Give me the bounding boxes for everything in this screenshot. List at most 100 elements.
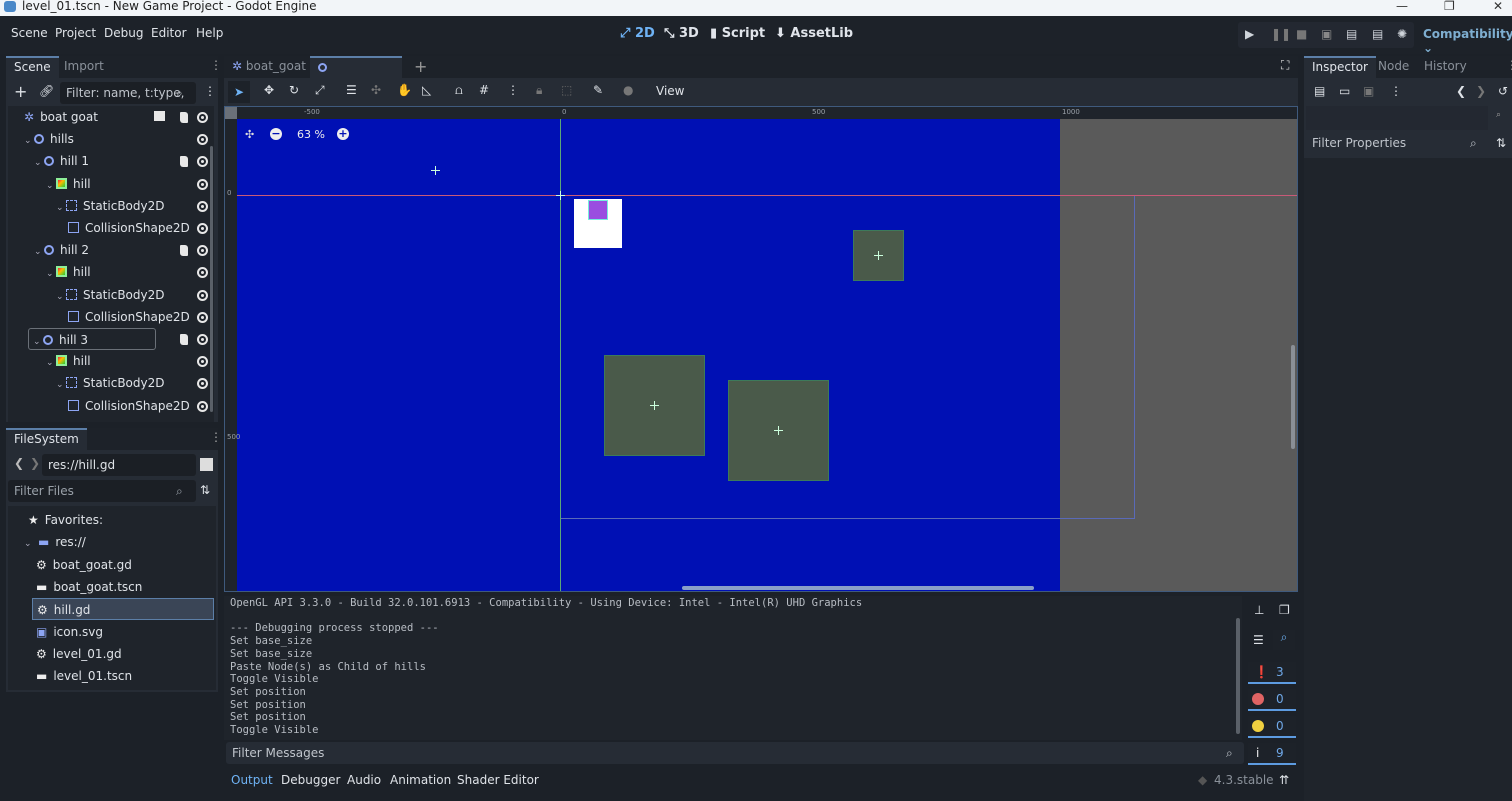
select-tool-icon[interactable]: ➤ <box>228 81 250 103</box>
script-icon[interactable] <box>180 245 188 257</box>
property-options-icon[interactable]: ⇅ <box>1496 136 1506 150</box>
group-icon[interactable]: ⬚ <box>561 83 572 97</box>
bone-icon[interactable]: ✎ <box>593 83 603 97</box>
menu-scene[interactable]: Scene <box>11 26 48 40</box>
distraction-free-icon[interactable]: ⛶ <box>1281 58 1289 73</box>
chevron-down-icon[interactable]: ⌄ <box>46 175 56 197</box>
file-item[interactable]: ▬ boat_goat.tscn <box>32 576 142 598</box>
tab-node[interactable]: Node <box>1370 56 1417 78</box>
chevron-down-icon[interactable]: ⌄ <box>24 130 34 152</box>
bottom-tab-shader-editor[interactable]: Shader Editor <box>457 773 539 787</box>
visibility-eye-icon[interactable] <box>197 400 208 412</box>
doc-icon[interactable]: ⌕ <box>1496 110 1501 120</box>
grid-snap-icon[interactable]: # <box>479 83 489 97</box>
version-label[interactable]: 4.3.stable <box>1214 773 1274 787</box>
stop-icon[interactable]: ■ <box>1296 27 1307 41</box>
minimize-button[interactable]: — <box>1396 0 1408 12</box>
close-window-button[interactable]: ✕ <box>1493 0 1503 12</box>
sort-icon[interactable]: ⇅ <box>200 483 210 497</box>
scene-tree-item[interactable]: ⌄ hills <box>24 128 74 150</box>
chevron-down-icon[interactable]: ⌄ <box>24 533 34 555</box>
file-item[interactable]: ⚙ boat_goat.gd <box>32 554 132 576</box>
visibility-eye-icon[interactable] <box>197 178 208 190</box>
back-icon[interactable]: ❮ <box>14 456 24 470</box>
tab-filesystem[interactable]: FileSystem <box>6 428 87 450</box>
file-item[interactable]: ⚙ hill.gd <box>32 598 214 621</box>
vertical-scrollbar[interactable] <box>1291 345 1295 449</box>
warnings-toggle[interactable]: 0 <box>1248 716 1296 738</box>
file-item[interactable]: ▣ icon.svg <box>32 621 103 643</box>
visibility-eye-icon[interactable] <box>197 223 208 234</box>
open-resource-icon[interactable]: ▭ <box>1339 84 1350 98</box>
dock-menu-icon[interactable]: ⋮ <box>210 58 222 72</box>
camera-override-icon[interactable]: ● <box>623 83 633 97</box>
main-screen-3d[interactable]: ⤡ 3D <box>664 26 699 41</box>
snap-options-icon[interactable]: ⋮ <box>507 83 519 97</box>
menu-editor[interactable]: Editor <box>151 26 187 40</box>
link-icon[interactable]: 🔗︎ <box>39 84 54 98</box>
file-item[interactable]: ⚙ level_01.gd <box>32 643 122 665</box>
scene-filter-input[interactable]: Filter: name, t:type, ⌕ <box>60 82 196 104</box>
play-icon[interactable]: ▶ <box>1245 27 1254 41</box>
dock-menu-icon[interactable]: ⋮ <box>210 430 222 444</box>
menu-project[interactable]: Project <box>55 26 96 40</box>
history-forward-icon[interactable]: ❯ <box>1476 84 1486 98</box>
scene-tree-item[interactable]: ⌄ hill <box>46 173 91 195</box>
view-menu[interactable]: View <box>656 84 684 98</box>
remote-debug-icon[interactable]: ▣ <box>1321 27 1332 41</box>
filter-properties-input[interactable]: Filter Properties ⌕ <box>1306 132 1488 154</box>
tab-inspector[interactable]: Inspector <box>1304 56 1376 78</box>
file-item[interactable]: ⌄ ▬ res:// <box>24 531 86 553</box>
pivot-tool-icon[interactable]: ✣ <box>371 83 381 97</box>
visibility-eye-icon[interactable] <box>197 289 208 301</box>
chevron-down-icon[interactable]: ⌄ <box>46 352 56 374</box>
add-node-icon[interactable]: + <box>14 82 27 101</box>
scene-tree-item[interactable]: CollisionShape2D <box>68 395 190 417</box>
bottom-tab-output[interactable]: Output <box>231 773 273 787</box>
move-tool-icon[interactable]: ✥ <box>264 83 274 97</box>
scene-tree-item[interactable]: ⌄ hill 3 <box>28 328 156 350</box>
visibility-eye-icon[interactable] <box>197 334 208 345</box>
copy-output-icon[interactable]: ❐ <box>1279 603 1290 617</box>
movie-maker-icon[interactable]: ✺ <box>1397 27 1407 41</box>
bottom-tab-debugger[interactable]: Debugger <box>281 773 340 787</box>
chevron-down-icon[interactable]: ⌄ <box>34 152 44 174</box>
scene-tree-item[interactable]: ⌄ hill 2 <box>34 239 89 261</box>
horizontal-scrollbar[interactable] <box>682 586 1034 590</box>
object-selector[interactable] <box>1306 106 1488 130</box>
pause-icon[interactable]: ❚❚ <box>1271 27 1291 41</box>
bottom-tab-audio[interactable]: Audio <box>347 773 381 787</box>
zoom-in-icon[interactable]: + <box>337 128 349 140</box>
new-tab-icon[interactable]: + <box>414 57 427 76</box>
main-screen-2d[interactable]: ⤢ 2D <box>620 26 655 41</box>
scene-tree-item[interactable]: ⌄ StaticBody2D <box>56 372 164 394</box>
renderer-select[interactable]: Compatibility ⌄ <box>1423 27 1512 55</box>
errors-toggle[interactable]: 0 <box>1248 689 1296 711</box>
scene-tree-item[interactable]: ⌄ hill <box>46 261 91 283</box>
collapse-duplicates-icon[interactable]: ☰ <box>1253 633 1264 647</box>
filter-search-icon[interactable]: ⌕ <box>1273 630 1295 650</box>
pan-tool-icon[interactable]: ✋ <box>397 83 412 97</box>
bottom-tab-animation[interactable]: Animation <box>390 773 451 787</box>
tab-scene[interactable]: Scene <box>6 56 59 78</box>
dock-menu-icon[interactable]: ⋮ <box>1506 58 1512 72</box>
play-custom-scene-icon[interactable]: ▤ <box>1372 27 1383 41</box>
chevron-down-icon[interactable]: ⌄ <box>56 374 66 396</box>
new-resource-icon[interactable]: ▤ <box>1314 84 1325 98</box>
rotate-tool-icon[interactable]: ↻ <box>289 83 299 97</box>
history-back-icon[interactable]: ❮ <box>1456 84 1466 98</box>
scale-tool-icon[interactable]: ⤢ <box>315 83 325 98</box>
tab-import[interactable]: Import <box>56 56 112 78</box>
file-item[interactable]: ▬ level_01.tscn <box>32 665 132 687</box>
clear-output-icon[interactable]: ⊥ <box>1254 603 1264 617</box>
expand-panel-icon[interactable]: ⇈ <box>1279 773 1289 787</box>
smart-snap-icon[interactable]: ⩍ <box>455 83 463 98</box>
zoom-reset-icon[interactable]: ✣ <box>245 128 254 141</box>
messages-toggle[interactable]: ❗ 3 <box>1248 662 1296 684</box>
play-scene-icon[interactable]: ▤ <box>1346 27 1357 41</box>
script-icon[interactable] <box>180 112 188 123</box>
tab-level-01[interactable]: level_01✕ <box>310 56 402 92</box>
scene-tree-item[interactable]: ⌄ StaticBody2D <box>56 195 164 217</box>
info-toggle[interactable]: i9 <box>1248 743 1296 765</box>
open-scene-icon[interactable] <box>154 111 165 121</box>
